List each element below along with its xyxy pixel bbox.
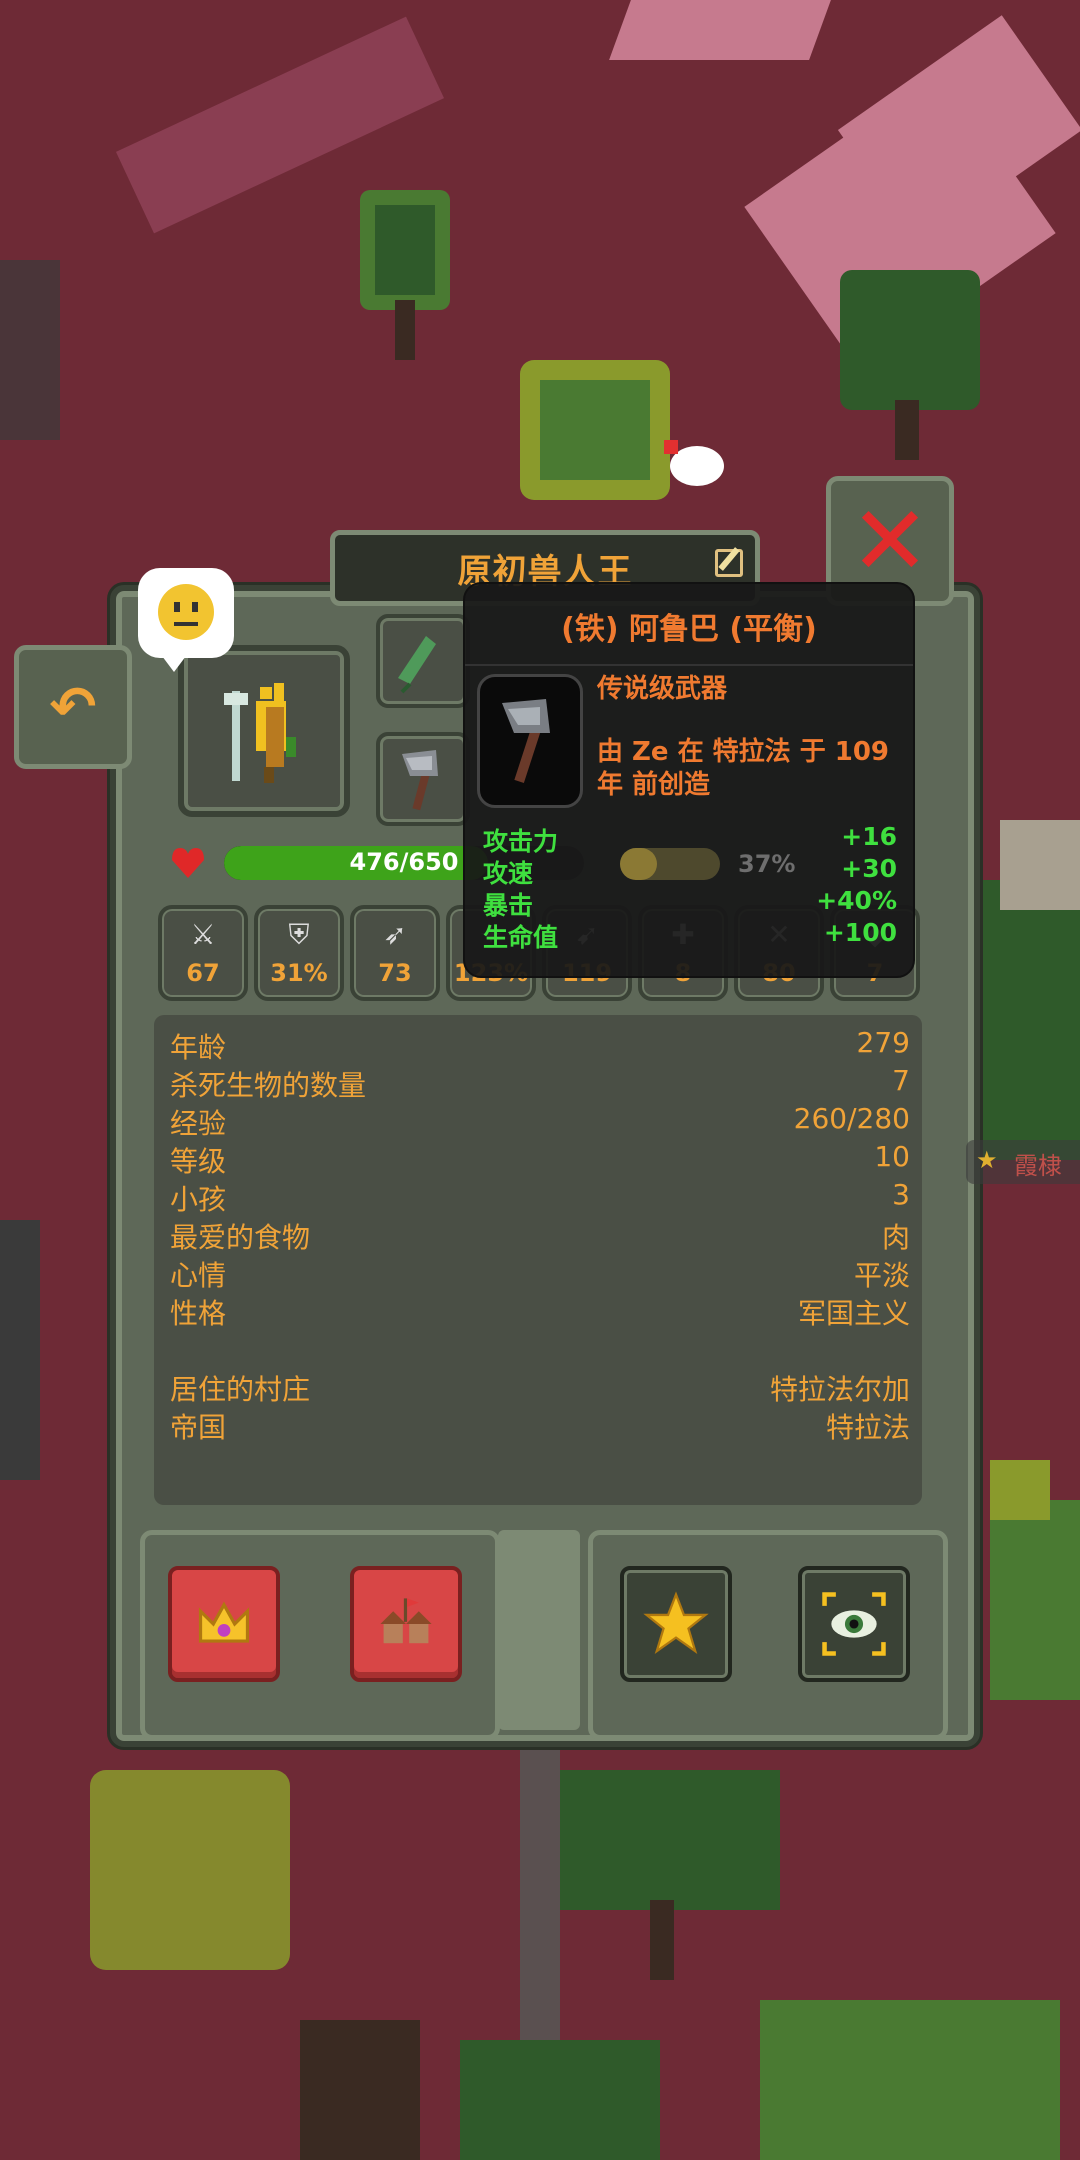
tooltip-stat-crit: 暴击 +40%: [483, 886, 897, 920]
info-value: 7: [892, 1064, 910, 1097]
star-icon: [643, 1591, 709, 1655]
info-label: 等级: [170, 1145, 227, 1178]
info-label: 居住的村庄: [170, 1373, 311, 1406]
info-value: 10: [874, 1140, 910, 1173]
tooltip-stat-value: +100: [823, 918, 897, 947]
info-value: 肉: [881, 1221, 910, 1254]
tooltip-stat-value: +40%: [816, 886, 897, 915]
hunger-bar-fill: [620, 848, 657, 880]
info-value: 平淡: [853, 1259, 910, 1292]
back-arrow-icon: ↶: [49, 674, 97, 740]
stat-value: 31%: [270, 959, 328, 987]
village-icon: [380, 1598, 432, 1644]
crown-icon: [198, 1601, 250, 1643]
orc-king-sprite: [224, 683, 296, 783]
tooltip-origin: 由 Ze 在 特拉法 于 109 年 前创造: [597, 737, 890, 800]
info-row-kills: 杀死生物的数量 7: [170, 1064, 910, 1102]
eye-focus-icon: [822, 1592, 886, 1656]
info-row-empire[interactable]: 帝国 特拉法: [170, 1406, 910, 1444]
info-label: 心情: [170, 1259, 227, 1292]
tooltip-stat-value: +30: [841, 854, 897, 883]
favorite-button[interactable]: [620, 1566, 732, 1682]
stat-value: 67: [186, 959, 220, 987]
tooltip-stat-health: 生命值 +100: [483, 918, 897, 952]
heart-icon: [172, 848, 204, 878]
side-kingdom-tag[interactable]: ★ 霞棣: [966, 1140, 1080, 1184]
close-icon: ✕: [849, 485, 931, 597]
stat-card[interactable]: ⚔ 67: [158, 905, 248, 1001]
neutral-face-icon: [158, 584, 214, 640]
info-label: 性格: [170, 1297, 227, 1330]
item-tooltip: (铁) 阿鲁巴 (平衡) 传说级武器 由 Ze 在 特拉法 于 109 年 前创…: [463, 582, 915, 978]
info-label: 小孩: [170, 1183, 227, 1216]
info-value: 3: [892, 1178, 910, 1211]
info-label: 杀死生物的数量: [170, 1069, 367, 1102]
tooltip-item-icon-box: [477, 674, 583, 808]
village-button[interactable]: [350, 1566, 462, 1682]
info-label: 帝国: [170, 1411, 227, 1444]
sword-icon: ⚔: [190, 918, 216, 951]
panel-divider: [498, 1530, 580, 1730]
wing-boot-icon: ➶: [383, 918, 407, 951]
back-button[interactable]: ↶: [14, 645, 132, 769]
info-label: 经验: [170, 1107, 227, 1140]
shield-icon: ⛨: [288, 918, 310, 951]
iron-axe-icon: [402, 750, 438, 811]
tooltip-stat-value: +16: [841, 822, 897, 851]
equipment-slot-1[interactable]: [376, 614, 470, 708]
info-row-food: 最爱的食物 肉: [170, 1216, 910, 1254]
edit-name-icon[interactable]: [715, 549, 743, 577]
chicken-sprite: [670, 446, 724, 486]
star-icon: ★: [976, 1146, 998, 1174]
info-row-exp: 经验 260/280: [170, 1102, 910, 1140]
tooltip-rarity: 传说级武器: [597, 674, 728, 704]
follow-camera-button[interactable]: [798, 1566, 910, 1682]
info-value[interactable]: 特拉法: [826, 1406, 910, 1446]
info-value: 279: [856, 1026, 910, 1059]
info-row-mood: 心情 平淡: [170, 1254, 910, 1292]
info-row-age: 年龄 279: [170, 1026, 910, 1064]
info-value: 260/280: [793, 1102, 910, 1135]
hunger-text: 37%: [738, 850, 796, 878]
info-row-village[interactable]: 居住的村庄 特拉法尔加: [170, 1368, 910, 1406]
info-row-trait: 性格 军国主义: [170, 1292, 910, 1330]
feather-icon: [398, 636, 436, 694]
tooltip-stat-label: 生命值: [483, 923, 559, 952]
equipment-slot-weapon[interactable]: [376, 732, 470, 826]
stat-value: 73: [378, 959, 412, 987]
crown-button[interactable]: [168, 1566, 280, 1682]
stat-card[interactable]: ⛨ 31%: [254, 905, 344, 1001]
unit-portrait[interactable]: [178, 645, 350, 817]
info-value[interactable]: 特拉法尔加: [770, 1368, 910, 1408]
hunger-bar: [620, 848, 720, 880]
info-value: 军国主义: [797, 1297, 910, 1330]
tooltip-title: (铁) 阿鲁巴 (平衡): [561, 612, 817, 647]
info-row-level: 等级 10: [170, 1140, 910, 1178]
stat-card[interactable]: ➶ 73: [350, 905, 440, 1001]
tooltip-stat-label: 攻速: [483, 859, 534, 888]
tooltip-stat-label: 攻击力: [483, 827, 559, 856]
side-tag-label: 霞棣: [1014, 1152, 1062, 1180]
tooltip-divider: [465, 664, 913, 666]
info-row-children: 小孩 3: [170, 1178, 910, 1216]
tooltip-stat-label: 暴击: [483, 891, 534, 920]
info-label: 年龄: [170, 1031, 227, 1064]
iron-axe-icon: [502, 699, 550, 783]
info-label: 最爱的食物: [170, 1221, 311, 1254]
mood-speech-bubble: [138, 568, 234, 672]
